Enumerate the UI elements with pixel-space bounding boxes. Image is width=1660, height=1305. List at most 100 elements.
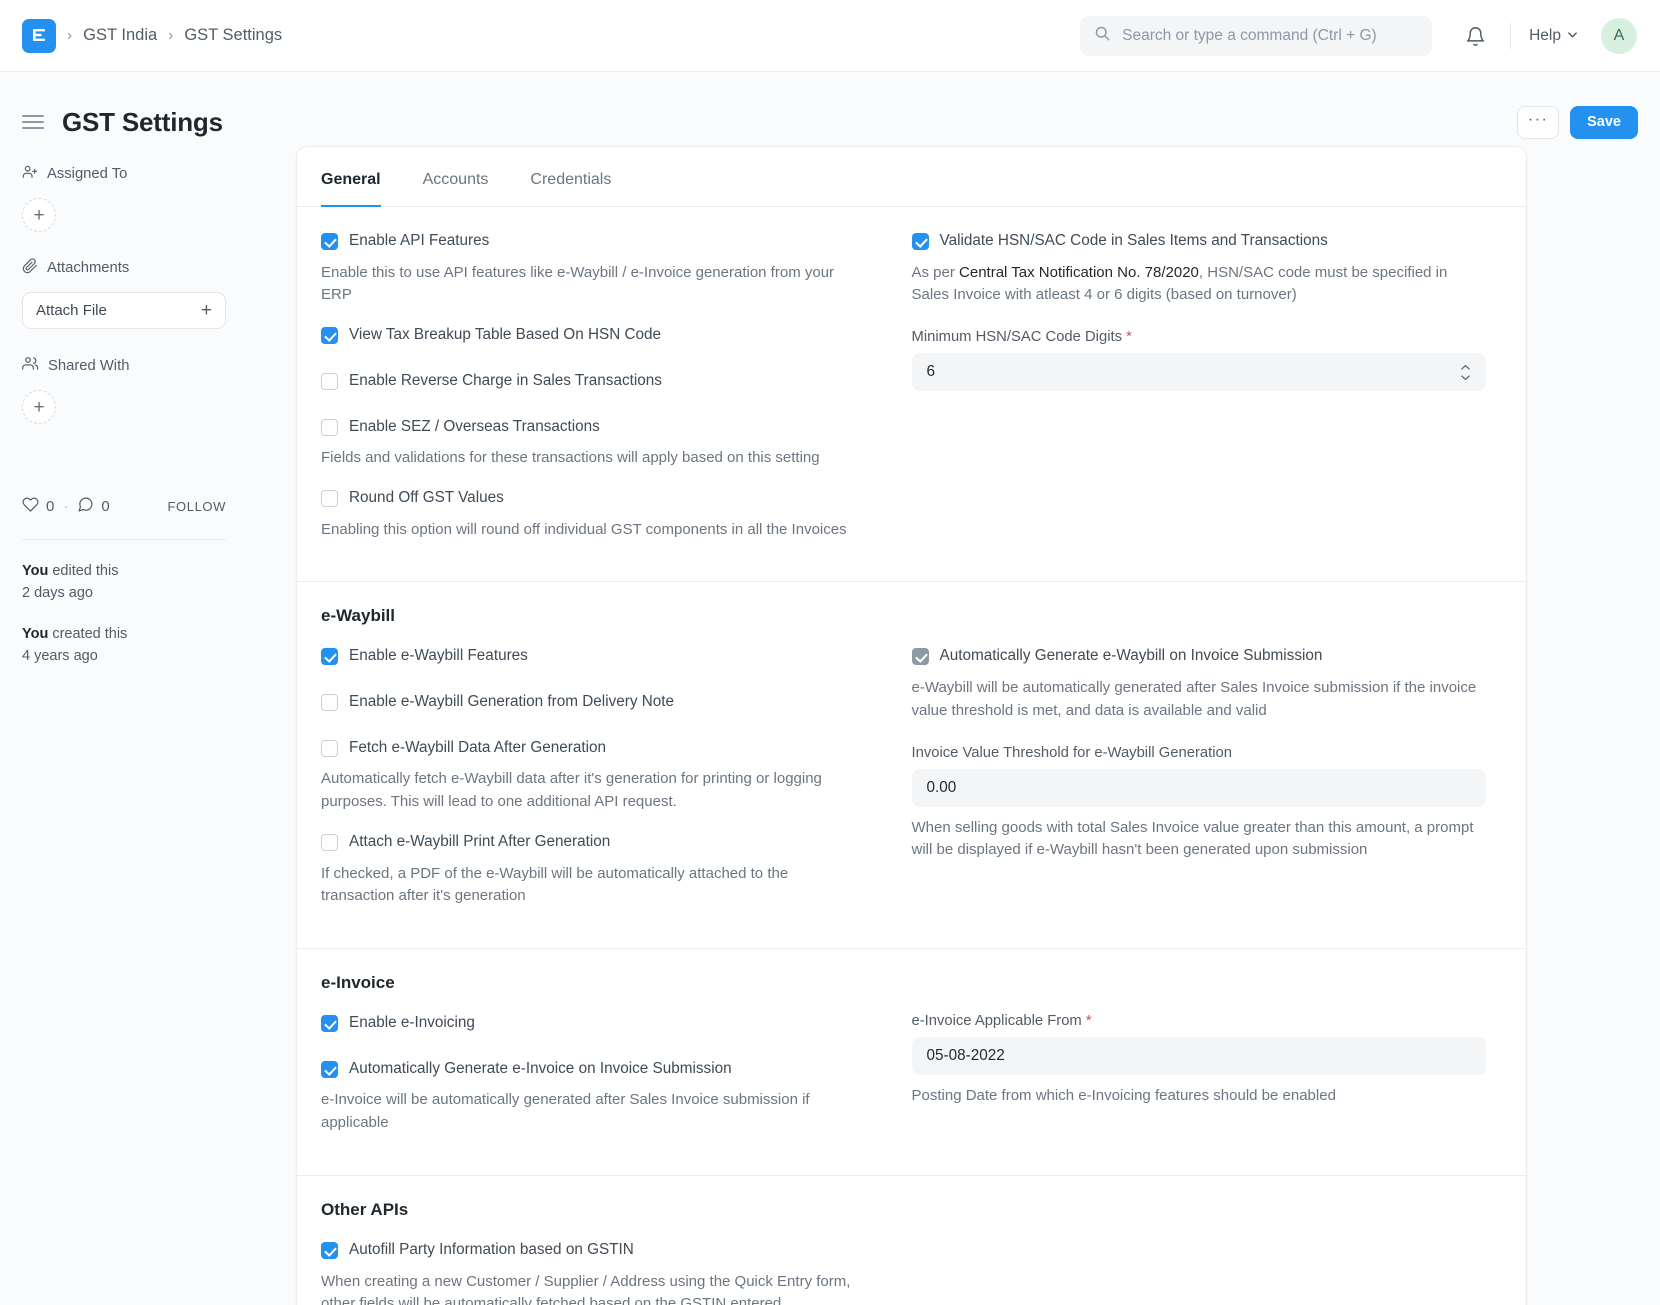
field-enable-einvoicing[interactable]: Enable e-Invoicing [321,1013,866,1034]
chevron-down-icon [1567,27,1578,45]
einvoice-right-column: e-Invoice Applicable From * 05-08-2022 P… [911,1013,1503,1153]
avatar[interactable]: A [1600,17,1638,55]
field-autofill-party-info[interactable]: Autofill Party Information based on GSTI… [321,1240,866,1261]
checkbox-validate-hsn[interactable] [911,233,929,250]
page-container: GST Settings ··· Save Assigned To + Atta… [0,72,1660,1305]
sidebar-shared-with-group: Shared With + [22,355,274,424]
field-ewaybill-from-delivery-note[interactable]: Enable e-Waybill Generation from Deliver… [321,692,866,713]
field-round-off-gst[interactable]: Round Off GST Values [321,488,866,509]
navbar-right-cluster: Search or type a command (Ctrl + G) Help… [1080,0,1638,72]
checkbox-sez-overseas[interactable] [321,418,338,436]
field-fetch-ewaybill-data[interactable]: Fetch e-Waybill Data After Generation [321,738,866,759]
audit-created-who: You [22,625,49,642]
erpnext-logo-icon[interactable] [22,18,56,53]
breadcrumb-gst-india[interactable]: GST India [83,26,157,45]
hamburger-menu-icon[interactable] [22,111,44,133]
heart-icon[interactable] [22,496,39,517]
input-min-hsn-digits[interactable]: 6 [911,353,1486,392]
section-ewaybill: e-Waybill Enable e-Waybill Features Enab… [297,582,1526,950]
audit-edited-who: You [22,563,49,579]
search-input[interactable]: Search or type a command (Ctrl + G) [1080,16,1433,56]
sidebar: Assigned To + Attachments Attach File + [22,146,274,1305]
audit-created-time: 4 years ago [22,648,98,665]
audit-edited-action: edited this [48,563,119,579]
field-attach-ewaybill-print[interactable]: Attach e-Waybill Print After Generation [321,832,866,853]
field-view-tax-breakup[interactable]: View Tax Breakup Table Based On HSN Code [321,325,866,346]
search-icon [1094,25,1111,47]
more-actions-button[interactable]: ··· [1517,105,1560,139]
checkbox-enable-einvoicing[interactable] [321,1015,338,1033]
other-apis-left-column: Autofill Party Information based on GSTI… [321,1240,912,1305]
ewaybill-right-column: Automatically Generate e-Waybill on Invo… [911,646,1503,926]
checkbox-round-off-gst[interactable] [321,489,338,507]
page-header: GST Settings ··· Save [0,72,1660,146]
help-label: Help [1529,27,1561,44]
checkbox-reverse-charge[interactable] [321,372,338,390]
checkbox-attach-ewaybill-print[interactable] [321,833,338,851]
field-auto-generate-einvoice[interactable]: Automatically Generate e-Invoice on Invo… [321,1059,866,1080]
desc-round-off-gst: Enabling this option will round off indi… [321,520,847,538]
label-view-tax-breakup: View Tax Breakup Table Based On HSN Code [349,326,662,344]
add-assignee-button[interactable]: + [22,198,56,232]
bell-icon[interactable] [1458,19,1492,53]
label-enable-ewaybill: Enable e-Waybill Features [349,647,528,665]
field-validate-hsn[interactable]: Validate HSN/SAC Code in Sales Items and… [911,231,1487,252]
checkbox-auto-generate-ewaybill[interactable] [911,648,929,666]
navbar-divider [1510,23,1512,49]
checkbox-enable-api-features[interactable] [321,233,338,250]
follow-button[interactable]: FOLLOW [168,499,227,514]
attachments-label-row: Attachments [22,258,274,278]
attach-file-button[interactable]: Attach File + [22,292,226,329]
breadcrumb-gst-settings[interactable]: GST Settings [184,26,282,45]
section-title-other-apis: Other APIs [321,1200,409,1220]
general-left-column: Enable API Features Enable this to use A… [321,231,912,559]
users-icon [22,355,39,376]
central-tax-notification-link[interactable]: Central Tax Notification No. 78/2020 [959,264,1199,281]
page-title: GST Settings [62,106,223,137]
checkbox-enable-ewaybill[interactable] [321,648,338,666]
tab-accounts[interactable]: Accounts [423,147,489,207]
checkbox-autofill-party-info[interactable] [321,1242,338,1260]
plus-icon: + [200,300,212,321]
audit-created: You created this 4 years ago [22,623,274,668]
label-einvoice-applicable-from-text: e-Invoice Applicable From [911,1013,1082,1030]
field-reverse-charge[interactable]: Enable Reverse Charge in Sales Transacti… [321,371,866,392]
stepper-up-down-icon[interactable] [1460,364,1471,381]
input-einvoice-applicable-from[interactable]: 05-08-2022 [911,1037,1486,1076]
input-invoice-value-threshold[interactable]: 0.00 [911,768,1486,807]
field-auto-generate-ewaybill[interactable]: Automatically Generate e-Waybill on Invo… [911,646,1487,667]
sidebar-divider [22,539,226,540]
tab-general[interactable]: General [321,147,381,207]
field-enable-ewaybill[interactable]: Enable e-Waybill Features [321,646,866,667]
checkbox-ewaybill-from-delivery-note[interactable] [321,694,338,712]
assigned-to-label: Assigned To [47,166,128,182]
comment-icon[interactable] [77,496,94,517]
label-auto-generate-ewaybill: Automatically Generate e-Waybill on Invo… [939,647,1323,665]
add-shared-user-button[interactable]: + [22,390,56,424]
desc-attach-ewaybill-print: If checked, a PDF of the e-Waybill will … [321,864,789,905]
required-marker-einvoice: * [1085,1013,1092,1030]
value-min-hsn-digits: 6 [926,363,936,381]
checkbox-auto-generate-einvoice[interactable] [321,1060,338,1078]
comment-count: 0 [101,498,110,515]
desc-auto-generate-einvoice: e-Invoice will be automatically generate… [321,1091,810,1132]
audit-edited-time: 2 days ago [22,585,93,602]
tab-bar: General Accounts Credentials [297,147,1526,207]
assigned-to-label-row: Assigned To [22,164,274,184]
save-button[interactable]: Save [1570,105,1638,139]
help-menu[interactable]: Help [1529,27,1578,45]
label-fetch-ewaybill-data: Fetch e-Waybill Data After Generation [349,738,607,756]
sidebar-attachments-group: Attachments Attach File + [22,258,274,329]
checkbox-view-tax-breakup[interactable] [321,327,338,345]
field-sez-overseas[interactable]: Enable SEZ / Overseas Transactions [321,417,866,438]
field-enable-api-features[interactable]: Enable API Features [321,231,866,252]
label-enable-einvoicing: Enable e-Invoicing [349,1014,475,1032]
checkbox-fetch-ewaybill-data[interactable] [321,739,338,757]
label-einvoice-applicable-from: e-Invoice Applicable From * [912,1013,1487,1029]
desc-sez-overseas: Fields and validations for these transac… [321,449,820,467]
attach-file-label: Attach File [36,302,107,319]
tab-credentials[interactable]: Credentials [530,147,611,207]
required-marker: * [1126,329,1132,346]
